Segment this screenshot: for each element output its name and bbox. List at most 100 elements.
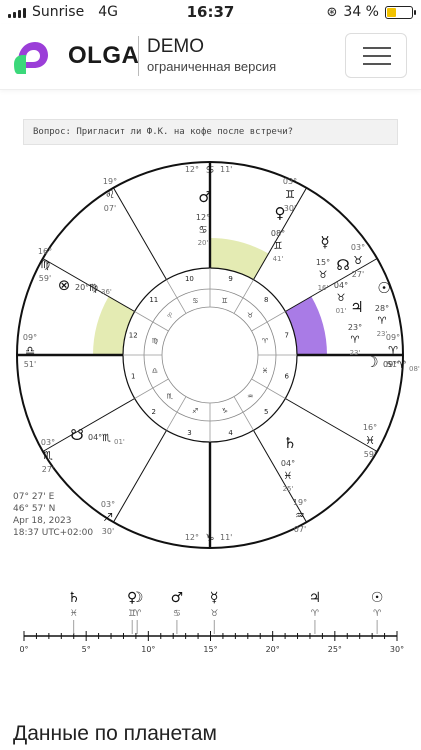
planet-minutes: 23': [350, 349, 361, 357]
cusp-degree: 16°: [363, 423, 377, 432]
planet-glyph: ☉: [377, 279, 390, 297]
chart-time: 18:37 UTC+02:00: [13, 528, 94, 538]
ruler-planet-glyph: ♄: [67, 590, 80, 606]
cusp-label: 03° ♐ 30': [101, 500, 115, 536]
ruler-planet-glyph: ♃: [309, 590, 322, 606]
brand-divider: [138, 36, 139, 76]
planet-degree: 12°: [196, 213, 210, 222]
ruler-planet: ♃♈: [309, 590, 322, 634]
rotation-lock-icon: ⊛: [326, 4, 338, 20]
cusp-label: 09° ♎ 51': [23, 333, 37, 369]
ruler-planet-glyph: ♂: [171, 590, 184, 606]
planet-marker: ⊗ 20° ♍ 36': [58, 276, 112, 296]
planet-marker: ☉ 28° ♈ 23': [375, 279, 391, 338]
zodiac-glyph: ♒: [247, 392, 253, 400]
planet-minutes: 01': [114, 438, 125, 446]
cusp-label: 19° ♌ 07': [103, 177, 117, 213]
planet-sign: ♋: [199, 225, 208, 236]
chart-latitude: 46° 57' N: [13, 504, 56, 514]
inner-cusp-line: [166, 396, 187, 431]
hamburger-menu-button[interactable]: [345, 33, 407, 78]
ruler-planet: ☽♈: [131, 590, 143, 634]
ruler-planet-sign: ♉: [210, 609, 218, 619]
planet-sign: ♊: [274, 241, 283, 252]
cusp-degree: 19°: [293, 498, 307, 507]
zodiac-glyph: ♏: [167, 392, 174, 400]
planet-glyph: ♀: [275, 204, 286, 222]
battery-percent: 34 %: [343, 4, 379, 20]
inner-circle: [143, 288, 277, 422]
zodiac-glyph: ♋: [192, 297, 198, 305]
cusp-sign: ♐: [103, 511, 113, 524]
cusp-minutes: 30': [284, 204, 296, 213]
planet-sign: ♈: [351, 335, 360, 346]
cusp-degree: 16°: [38, 247, 52, 256]
cusp-label: 16° ♍ 59': [38, 247, 52, 283]
house-number: 5: [264, 408, 268, 416]
cusp-sign: ♓: [365, 434, 375, 447]
planet-degree: 04°: [334, 281, 348, 290]
inner-cusp-line: [134, 378, 169, 399]
ruler-planet-glyph: ☉: [371, 590, 384, 606]
planet-data-heading: Данные по планетам: [13, 722, 217, 745]
cusp-degree: 19°: [103, 177, 117, 186]
cusp-degree: 03°: [101, 500, 115, 509]
planet-degree: 23°: [348, 323, 362, 332]
zodiac-glyph: ♎: [152, 367, 158, 375]
cusp-minutes: 07': [104, 204, 116, 213]
planet-glyph: ☋: [70, 426, 83, 444]
planet-glyph: ♂: [198, 188, 211, 206]
house-number: 10: [185, 275, 194, 283]
demo-subtitle: ограниченная версия: [147, 59, 277, 74]
ruler-planet-sign: ♈: [373, 609, 382, 619]
planet-degree: 04°: [88, 433, 102, 442]
planet-minutes: 01': [336, 307, 347, 315]
zodiac-glyph: ♈: [262, 337, 269, 345]
planet-sign: ♉: [319, 270, 328, 281]
ruler-planet: ♂♋: [171, 590, 184, 634]
zodiac-glyph: ♑: [222, 407, 228, 415]
cusp-label: 12° ♑ 11': [185, 533, 233, 544]
house-number: 2: [152, 408, 156, 416]
cusp-minutes: 07': [294, 525, 306, 534]
planet-minutes: 16': [318, 284, 329, 292]
inner-cusp-line: [251, 378, 286, 399]
inner-cusp-line: [233, 279, 254, 314]
zodiac-glyph: ♌: [167, 312, 173, 320]
cusp-degree: 09°: [386, 333, 400, 342]
zodiac-glyph: ♊: [222, 297, 228, 305]
planet-marker: ☋ 04° ♏ 01': [70, 426, 125, 446]
ruler-planet-sign: ♋: [173, 609, 181, 619]
planet-sign: ♍: [89, 283, 98, 294]
house-cusp-line: [113, 187, 167, 280]
cusp-degree: 12°: [185, 533, 199, 542]
planet-sign: ♈: [378, 316, 387, 327]
ruler-planet-sign: ♈: [311, 609, 320, 619]
house-number: 8: [264, 296, 268, 304]
cusp-minutes: 11': [220, 165, 232, 174]
ruler-tick-label: 15°: [203, 645, 217, 654]
planet-minutes: 36': [101, 288, 112, 296]
ruler-planet: ☉♈: [371, 590, 384, 634]
cusp-sign: ♊: [285, 188, 295, 201]
cusp-sign: ♏: [43, 449, 53, 462]
center-circle: [161, 306, 259, 404]
house-number: 4: [228, 429, 233, 437]
question-box: Вопрос: Пригласит ли Ф.К. на кофе после …: [23, 119, 398, 145]
house-number: 1: [131, 373, 135, 381]
zodiac-glyph: ♉: [247, 312, 253, 320]
planet-minutes: 08': [409, 365, 420, 373]
cusp-minutes: 27': [42, 465, 54, 474]
planet-glyph: ☊: [336, 256, 349, 274]
ruler-tick-label: 5°: [82, 645, 91, 654]
zodiac-glyph: ♐: [192, 407, 198, 415]
ruler-planet: ♄♓: [67, 590, 80, 634]
planet-sign: ♓: [284, 471, 293, 482]
cusp-sign: ♎: [25, 344, 35, 357]
ruler-tick-label: 30°: [390, 645, 404, 654]
olga-logo-icon[interactable]: [12, 38, 50, 76]
cusp-minutes: 11': [220, 533, 232, 542]
app-header: OLGA DEMO ограниченная версия: [0, 24, 421, 90]
planet-sign: ♏: [102, 433, 111, 444]
cusp-degree: 09°: [23, 333, 37, 342]
